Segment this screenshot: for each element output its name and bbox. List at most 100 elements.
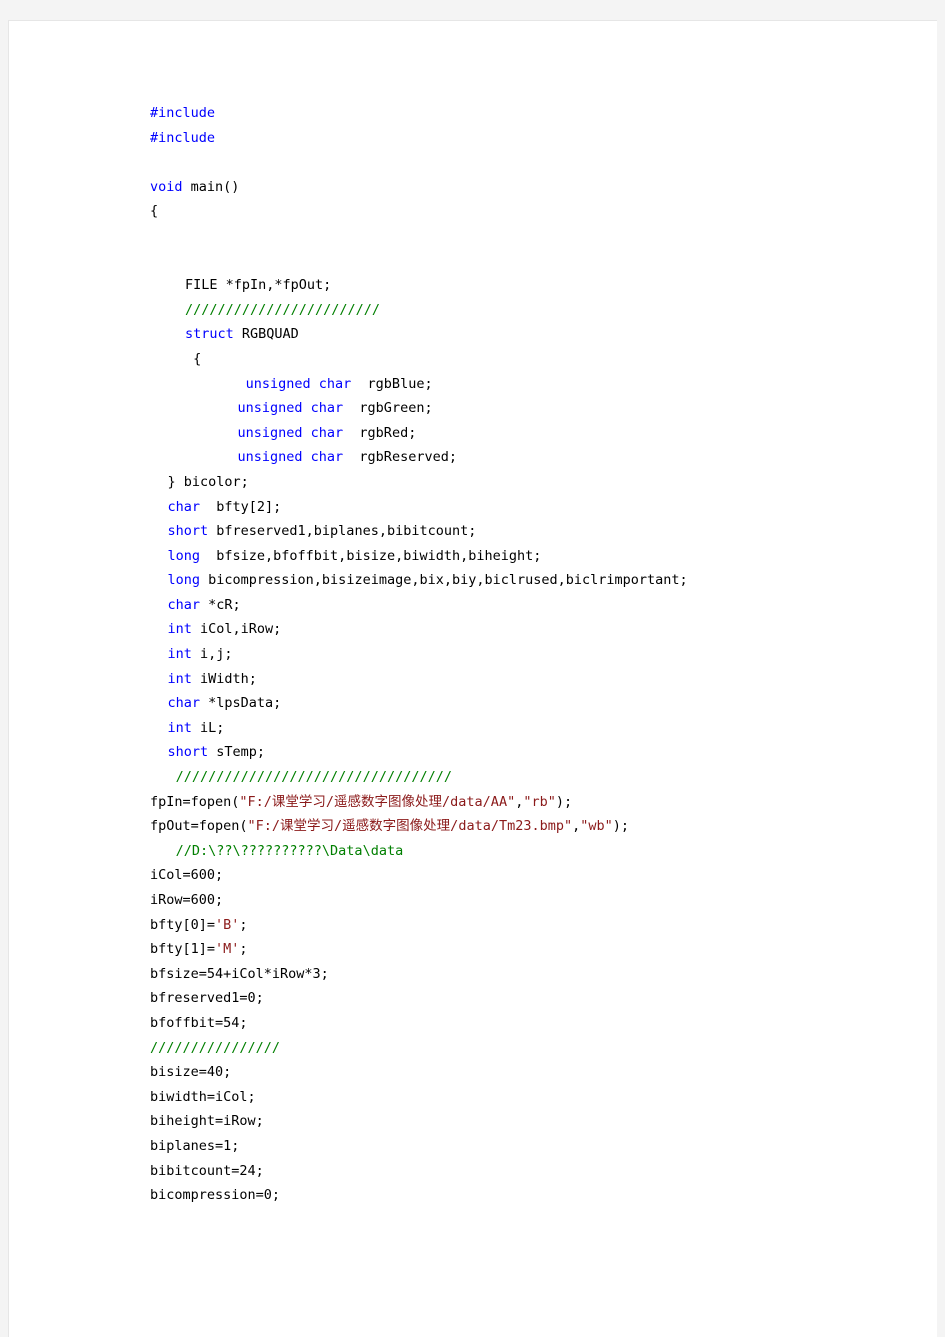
code-token-cmt: //D:\??\??????????\Data\data	[167, 842, 404, 859]
code-line: {	[150, 199, 910, 224]
code-token-pln: rgbGreen;	[343, 400, 433, 417]
code-token-kw: short	[167, 523, 209, 540]
code-line: unsigned char rgbReserved;	[150, 445, 910, 470]
code-token-pln: {	[185, 350, 202, 367]
code-line: bisize=40;	[150, 1060, 910, 1085]
code-line: long bicompression,bisizeimage,bix,biy,b…	[150, 568, 910, 593]
code-token-str: 'B'	[215, 916, 240, 933]
code-token-kw: int	[167, 621, 192, 638]
code-line: ////////////////////////	[150, 298, 910, 323]
code-line: int iCol,iRow;	[150, 617, 910, 642]
code-token-pln: biheight=iRow;	[150, 1113, 264, 1130]
code-token-pln: *lpsData;	[200, 695, 282, 712]
code-token-cmt: ////////////////////////	[185, 301, 381, 318]
code-line: short sTemp;	[150, 740, 910, 765]
code-token-pln: iCol,iRow;	[191, 621, 282, 638]
code-token-pln: iCol=600;	[150, 867, 224, 884]
code-token-kw: #include	[150, 129, 216, 146]
code-line: bfreserved1=0;	[150, 986, 910, 1011]
code-line: bibitcount=24;	[150, 1159, 910, 1184]
document-page: #include #include void main() { FILE *fpIn…	[8, 20, 937, 1337]
code-token-kw: int	[167, 646, 192, 663]
code-token-pln: rgbRed;	[343, 424, 417, 441]
code-listing: #include #include void main() { FILE *fpIn…	[150, 101, 910, 1208]
code-token-pln: bfty[1]=	[150, 941, 216, 958]
code-line: unsigned char rgbGreen;	[150, 396, 910, 421]
code-line: iCol=600;	[150, 863, 910, 888]
code-token-pln: iL;	[191, 719, 225, 736]
code-token-pln: biplanes=1;	[150, 1137, 240, 1154]
code-line: char bfty[2];	[150, 495, 910, 520]
code-token-kw: long	[167, 572, 201, 589]
code-token-pln: main()	[182, 178, 240, 195]
code-line: bfoffbit=54;	[150, 1011, 910, 1036]
code-token-pln: bfreserved1,biplanes,bibitcount;	[208, 523, 477, 540]
code-token-pln: i,j;	[191, 646, 233, 663]
code-line: ////////////////	[150, 1036, 910, 1061]
code-line: biwidth=iCol;	[150, 1085, 910, 1110]
code-line: struct RGBQUAD	[150, 322, 910, 347]
code-token-pln: fpOut=fopen(	[150, 818, 248, 835]
code-token-cmt: ////////////////	[150, 1039, 281, 1056]
code-line: char *cR;	[150, 593, 910, 618]
code-token-kw: short	[167, 744, 209, 761]
code-token-str: 'M'	[215, 941, 240, 958]
code-line: int i,j;	[150, 642, 910, 667]
code-line: void main()	[150, 175, 910, 200]
code-token-kw: void	[150, 178, 183, 195]
code-line: } bicolor;	[150, 470, 910, 495]
code-line: unsigned char rgbRed;	[150, 421, 910, 446]
code-line: fpOut=fopen("F:/课堂学习/遥感数字图像处理/data/Tm23.…	[150, 814, 910, 839]
code-token-pln: bfsize,bfoffbit,bisize,biwidth,biheight;	[200, 547, 542, 564]
code-token-str: "wb"	[580, 818, 613, 835]
code-token-pln: iWidth;	[191, 670, 257, 687]
code-token-kw: #include	[150, 105, 216, 121]
code-line: bicompression=0;	[150, 1183, 910, 1208]
code-token-str: "F:/课堂学习/遥感数字图像处理/data/Tm23.bmp"	[247, 818, 573, 835]
code-token-kw: struct	[185, 326, 234, 343]
code-token-str: "rb"	[523, 793, 556, 810]
code-line: char *lpsData;	[150, 691, 910, 716]
code-token-kw: unsigned char	[237, 449, 344, 466]
code-line: #include	[150, 126, 910, 151]
code-line: unsigned char rgbBlue;	[150, 372, 910, 397]
code-token-cmt: //////////////////////////////////	[167, 769, 452, 786]
code-token-pln: rgbReserved;	[343, 449, 457, 466]
code-token-pln: FILE *fpIn,*fpOut;	[185, 277, 332, 294]
code-token-pln: *cR;	[200, 596, 241, 613]
code-token-pln: bicompression,bisizeimage,bix,biy,biclru…	[200, 572, 688, 589]
code-token-kw: int	[167, 670, 192, 687]
code-token-pln: {	[150, 203, 159, 220]
code-token-kw: char	[167, 695, 201, 712]
code-token-pln: fpIn=fopen(	[150, 793, 240, 810]
code-token-kw: char	[167, 596, 201, 613]
code-line: biheight=iRow;	[150, 1109, 910, 1134]
code-token-pln: rgbBlue;	[351, 375, 433, 392]
code-line: iRow=600;	[150, 888, 910, 913]
code-token-pln: bfty[2];	[200, 498, 282, 515]
code-token-pln: biwidth=iCol;	[150, 1088, 256, 1105]
code-token-pln: sTemp;	[208, 744, 266, 761]
code-line: FILE *fpIn,*fpOut;	[150, 273, 910, 298]
code-line: bfty[0]='B';	[150, 913, 910, 938]
code-line: bfty[1]='M';	[150, 937, 910, 962]
code-token-pln: iRow=600;	[150, 892, 224, 908]
code-token-kw: char	[167, 498, 201, 515]
code-token-pln: bfsize=54+iCol*iRow*3;	[150, 965, 329, 982]
code-line: {	[150, 347, 910, 372]
code-token-kw: long	[167, 547, 201, 564]
code-line: //D:\??\??????????\Data\data	[150, 839, 910, 864]
code-line: //////////////////////////////////	[150, 765, 910, 790]
code-token-pln: ;	[239, 916, 248, 933]
code-line: #include	[150, 101, 910, 126]
code-line: long bfsize,bfoffbit,bisize,biwidth,bihe…	[150, 544, 910, 569]
code-token-pln: bfreserved1=0;	[150, 990, 264, 1007]
code-token-pln: bicompression=0;	[150, 1187, 281, 1204]
code-token-pln: );	[555, 793, 573, 810]
code-token-pln: bisize=40;	[150, 1064, 232, 1081]
code-token-pln: } bicolor;	[167, 473, 249, 490]
code-line: int iWidth;	[150, 667, 910, 692]
